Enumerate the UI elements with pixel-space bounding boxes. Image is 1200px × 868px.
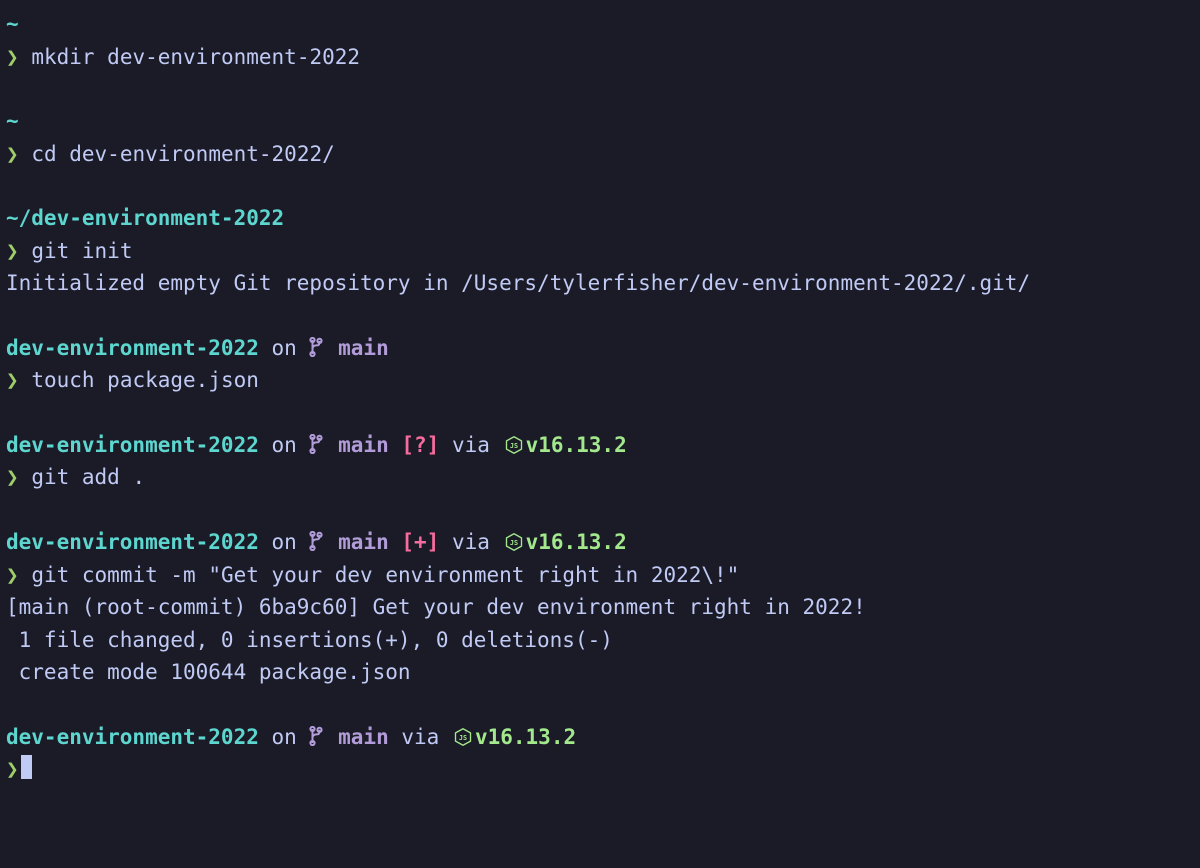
dir-name: dev-environment-2022	[6, 530, 259, 554]
node-icon: JS	[503, 433, 526, 457]
command-block: ~ ❯ cd dev-environment-2022/	[6, 105, 1194, 170]
cwd-path: ~	[6, 109, 19, 133]
git-branch-icon	[309, 725, 325, 749]
node-icon: JS	[452, 725, 475, 749]
node-icon: JS	[503, 530, 526, 554]
terminal[interactable]: ~ ❯ mkdir dev-environment-2022 ~ ❯ cd de…	[6, 8, 1194, 786]
command-text: git init	[31, 239, 132, 263]
git-branch-icon	[309, 433, 325, 457]
command-text: git commit -m "Get your dev environment …	[31, 563, 739, 587]
prompt-char: ❯	[6, 757, 19, 781]
prompt-char: ❯	[6, 368, 19, 392]
git-branch-icon	[309, 530, 325, 554]
command-block: dev-environment-2022 on main [?] via JS v…	[6, 429, 1194, 494]
on-text: on	[272, 530, 297, 554]
branch-name: main	[338, 725, 389, 749]
branch-name: main	[338, 336, 389, 360]
svg-text:JS: JS	[459, 734, 467, 742]
dir-name: dev-environment-2022	[6, 725, 259, 749]
via-text: via	[452, 530, 490, 554]
command-block: ~ ❯ mkdir dev-environment-2022	[6, 8, 1194, 73]
command-output: 1 file changed, 0 insertions(+), 0 delet…	[6, 624, 1194, 657]
branch-name: main	[338, 433, 389, 457]
on-text: on	[272, 433, 297, 457]
node-version: v16.13.2	[526, 530, 627, 554]
prompt-char: ❯	[6, 142, 19, 166]
git-branch-icon	[309, 336, 325, 360]
prompt-char: ❯	[6, 45, 19, 69]
prompt-char: ❯	[6, 465, 19, 489]
command-text: mkdir dev-environment-2022	[31, 45, 360, 69]
node-version: v16.13.2	[526, 433, 627, 457]
via-text: via	[401, 725, 439, 749]
node-version: v16.13.2	[475, 725, 576, 749]
command-block: dev-environment-2022 on main [+] via JS v…	[6, 526, 1194, 689]
branch-name: main	[338, 530, 389, 554]
command-block: ~/dev-environment-2022 ❯ git init Initia…	[6, 202, 1194, 300]
command-block: dev-environment-2022 on main ❯ touch pac…	[6, 332, 1194, 397]
dir-name: dev-environment-2022	[6, 336, 259, 360]
dir-name: dev-environment-2022	[6, 433, 259, 457]
command-text: cd dev-environment-2022/	[31, 142, 334, 166]
svg-text:JS: JS	[509, 539, 517, 547]
command-output: Initialized empty Git repository in /Use…	[6, 267, 1194, 300]
via-text: via	[452, 433, 490, 457]
command-output: create mode 100644 package.json	[6, 656, 1194, 689]
cursor[interactable]	[21, 755, 32, 779]
git-status: [?]	[401, 433, 439, 457]
cwd-path: ~	[6, 12, 19, 36]
git-status: [+]	[401, 530, 439, 554]
on-text: on	[272, 725, 297, 749]
cwd-path: ~/dev-environment-2022	[6, 206, 284, 230]
command-output: [main (root-commit) 6ba9c60] Get your de…	[6, 591, 1194, 624]
svg-text:JS: JS	[509, 442, 517, 450]
command-block: dev-environment-2022 on main via JS v16.1…	[6, 721, 1194, 786]
prompt-char: ❯	[6, 239, 19, 263]
command-text: touch package.json	[31, 368, 259, 392]
command-text: git add .	[31, 465, 145, 489]
prompt-char: ❯	[6, 563, 19, 587]
on-text: on	[272, 336, 297, 360]
